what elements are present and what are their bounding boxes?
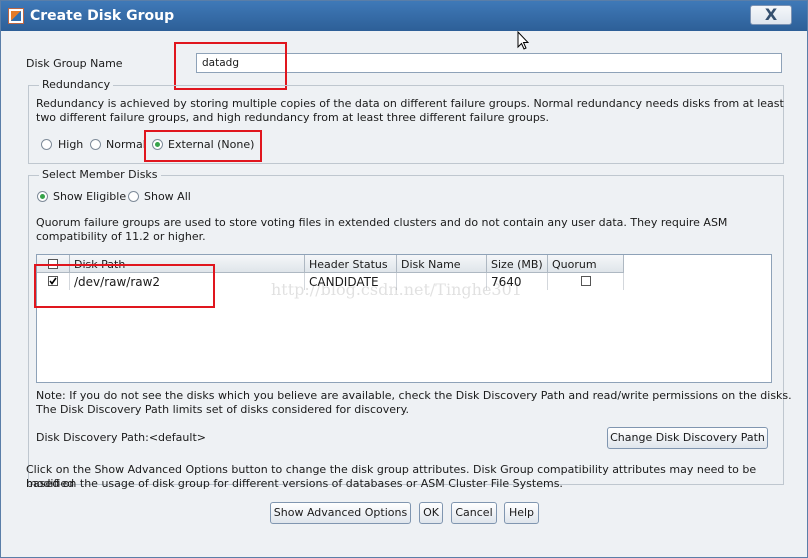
change-disk-discovery-path-button[interactable]: Change Disk Discovery Path bbox=[607, 427, 768, 449]
disk-discovery-path-label: Disk Discovery Path:<default> bbox=[36, 431, 206, 444]
radio-high-label[interactable]: High bbox=[58, 138, 83, 151]
oracle-app-icon bbox=[8, 8, 24, 24]
dialog-content: Disk Group Name datadg Redundancy Redund… bbox=[1, 31, 807, 557]
redundancy-description-line-2: two different failure groups, and high r… bbox=[36, 111, 550, 124]
annotation-external-highlight bbox=[144, 130, 262, 162]
title-bar: Create Disk Group X bbox=[1, 1, 807, 31]
ok-button[interactable]: OK bbox=[419, 502, 443, 524]
close-button[interactable]: X bbox=[750, 5, 792, 25]
table-header-size[interactable]: Size (MB) bbox=[487, 255, 548, 273]
radio-show-eligible[interactable] bbox=[37, 191, 48, 202]
radio-high[interactable] bbox=[41, 139, 52, 150]
annotation-disk-highlight bbox=[34, 264, 215, 308]
radio-show-all[interactable] bbox=[128, 191, 139, 202]
radio-show-eligible-label[interactable]: Show Eligible bbox=[53, 190, 126, 203]
quorum-text-line-1: Quorum failure groups are used to store … bbox=[36, 216, 728, 229]
annotation-name-highlight bbox=[174, 42, 287, 90]
member-disks-title: Select Member Disks bbox=[39, 168, 161, 181]
table-header-quorum[interactable]: Quorum bbox=[548, 255, 624, 273]
redundancy-description-line-1: Redundancy is achieved by storing multip… bbox=[36, 97, 784, 110]
watermark-text: http://blog.csdn.net/Tinghe301 bbox=[271, 280, 522, 299]
note-line-1: Note: If you do not see the disks which … bbox=[36, 389, 792, 402]
table-header-header-status[interactable]: Header Status bbox=[305, 255, 397, 273]
radio-normal[interactable] bbox=[90, 139, 101, 150]
radio-show-all-label[interactable]: Show All bbox=[144, 190, 191, 203]
note-line-2: The Disk Discovery Path limits set of di… bbox=[36, 403, 410, 416]
radio-normal-label[interactable]: Normal bbox=[106, 138, 146, 151]
cancel-button[interactable]: Cancel bbox=[451, 502, 497, 524]
quorum-cell[interactable] bbox=[548, 273, 624, 290]
create-disk-group-dialog: Create Disk Group X Disk Group Name data… bbox=[0, 0, 808, 558]
footer-text-line-2: based on the usage of disk group for dif… bbox=[26, 477, 563, 490]
quorum-checkbox[interactable] bbox=[581, 276, 591, 286]
dialog-title: Create Disk Group bbox=[30, 8, 175, 24]
quorum-text-line-2: compatibility of 11.2 or higher. bbox=[36, 230, 206, 243]
show-advanced-options-button[interactable]: Show Advanced Options bbox=[270, 502, 411, 524]
table-header-disk-name[interactable]: Disk Name bbox=[397, 255, 487, 273]
help-button[interactable]: Help bbox=[504, 502, 539, 524]
disk-group-name-label: Disk Group Name bbox=[26, 57, 123, 70]
redundancy-title: Redundancy bbox=[39, 78, 114, 91]
